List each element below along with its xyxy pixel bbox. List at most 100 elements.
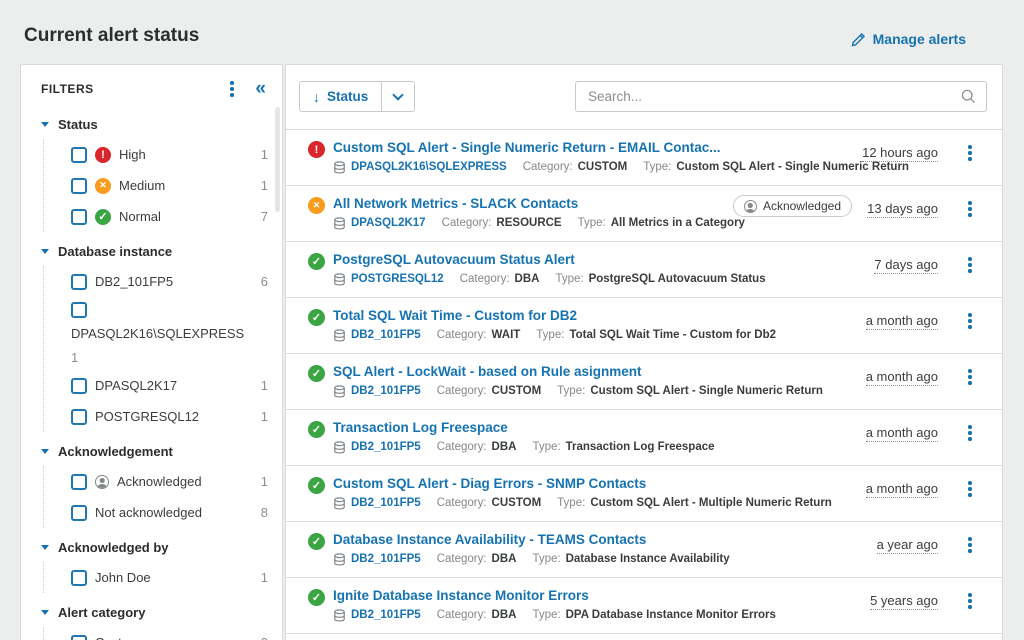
filter-item[interactable]: POSTGRESQL12 1 [71, 401, 268, 432]
acknowledged-badge: Acknowledged [733, 195, 852, 217]
alert-time[interactable]: a month ago [866, 425, 938, 442]
filter-checkbox[interactable] [71, 147, 87, 163]
filter-checkbox[interactable] [71, 505, 87, 521]
filter-checkbox[interactable] [71, 409, 87, 425]
alert-title-link[interactable]: Total SQL Wait Time - Custom for DB2 [333, 307, 792, 324]
category-label: Category: [523, 160, 573, 174]
filter-checkbox[interactable] [71, 209, 87, 225]
row-kebab-menu-icon[interactable] [968, 480, 972, 497]
alert-row-body: All Network Metrics - SLACK Contacts DPA… [333, 195, 761, 230]
alert-time[interactable]: 12 hours ago [862, 145, 938, 162]
filter-section-header[interactable]: Alert category [41, 597, 282, 627]
filter-section-header[interactable]: Database instance [41, 236, 282, 266]
filter-checkbox[interactable] [71, 570, 87, 586]
row-kebab-menu-icon[interactable] [968, 592, 972, 609]
row-kebab-menu-icon[interactable] [968, 424, 972, 441]
filter-item[interactable]: High 1 [71, 139, 268, 170]
instance-link[interactable]: DB2_101FP5 [351, 552, 421, 566]
filter-section-header[interactable]: Acknowledged by [41, 532, 282, 562]
alert-time[interactable]: a month ago [866, 369, 938, 386]
alert-title-link[interactable]: SQL Alert - LockWait - based on Rule asi… [333, 363, 833, 380]
alert-time[interactable]: 7 days ago [874, 257, 938, 274]
alert-row-subtitle: DB2_101FP5 Category: DBA Type: Transacti… [333, 440, 731, 454]
instance-link[interactable]: DB2_101FP5 [351, 608, 421, 622]
alert-row-body: Custom SQL Alert - Diag Errors - SNMP Co… [333, 475, 848, 510]
alert-title-link[interactable]: Transaction Log Freespace [333, 419, 731, 436]
status-icon [308, 253, 325, 270]
type-value: Custom SQL Alert - Single Numeric Return [676, 160, 909, 174]
filter-item-label: Not acknowledged [95, 505, 202, 521]
filter-item[interactable]: Custom 3 [71, 627, 268, 640]
filter-checkbox[interactable] [71, 302, 87, 318]
instance-link[interactable]: DB2_101FP5 [351, 328, 421, 342]
chevron-down-icon [41, 610, 49, 615]
filter-item[interactable]: DPASQL2K16\SQLEXPRESS 1 [71, 297, 268, 370]
filter-checkbox[interactable] [71, 378, 87, 394]
filter-section-title: Acknowledgement [58, 444, 173, 459]
instance-link[interactable]: DB2_101FP5 [351, 496, 421, 510]
sort-status-button[interactable]: Status [300, 82, 381, 111]
filter-checkbox[interactable] [71, 635, 87, 640]
alert-title-link[interactable]: Database Instance Availability - TEAMS C… [333, 531, 746, 548]
instance-link[interactable]: DPASQL2K16\SQLEXPRESS [351, 160, 507, 174]
filter-item[interactable]: John Doe 1 [71, 562, 268, 593]
alert-time[interactable]: a month ago [866, 313, 938, 330]
filter-item-icon [95, 209, 111, 225]
filter-section-title: Status [58, 117, 98, 132]
instance-link[interactable]: POSTGRESQL12 [351, 272, 444, 286]
search-input[interactable] [575, 81, 987, 112]
category-label: Category: [442, 216, 492, 230]
filter-item[interactable]: Acknowledged 1 [71, 466, 268, 497]
manage-alerts-button[interactable]: Manage alerts [851, 31, 966, 47]
alert-title-link[interactable]: All Network Metrics - SLACK Contacts [333, 195, 761, 212]
filter-section: Acknowledgement Acknowledged 1 Not ackno… [21, 436, 282, 528]
category-label: Category: [437, 496, 487, 510]
row-kebab-menu-icon[interactable] [968, 256, 972, 273]
instance-link[interactable]: DB2_101FP5 [351, 384, 421, 398]
filter-item[interactable]: Not acknowledged 8 [71, 497, 268, 528]
filter-checkbox[interactable] [71, 274, 87, 290]
filters-kebab-menu-icon[interactable] [230, 80, 234, 97]
category-label: Category: [437, 328, 487, 342]
alert-title-link[interactable]: Custom SQL Alert - Single Numeric Return… [333, 139, 833, 156]
row-kebab-menu-icon[interactable] [968, 368, 972, 385]
alert-row-body: Custom SQL Alert - Single Numeric Return… [333, 139, 925, 174]
filter-checkbox[interactable] [71, 474, 87, 490]
filter-item[interactable]: DPASQL2K17 1 [71, 370, 268, 401]
alert-time[interactable]: 5 years ago [870, 593, 938, 610]
collapse-panel-icon[interactable]: « [255, 83, 266, 95]
type-label: Type: [578, 216, 606, 230]
type-value: Total SQL Wait Time - Custom for Db2 [569, 328, 776, 342]
filter-section-header[interactable]: Status [41, 109, 282, 139]
row-kebab-menu-icon[interactable] [968, 312, 972, 329]
filter-item-count: 7 [261, 209, 268, 224]
alert-time[interactable]: 13 days ago [867, 201, 938, 218]
alert-title-link[interactable]: Custom SQL Alert - Diag Errors - SNMP Co… [333, 475, 833, 492]
filter-item[interactable]: Normal 7 [71, 201, 268, 232]
sort-dropdown-button[interactable] [381, 82, 414, 111]
filter-item-count: 1 [261, 570, 268, 585]
alert-title-link[interactable]: PostgreSQL Autovacuum Status Alert [333, 251, 782, 268]
filter-items: Acknowledged 1 Not acknowledged 8 [43, 466, 268, 528]
person-icon [744, 200, 757, 213]
instance-link[interactable]: DPASQL2K17 [351, 216, 426, 230]
filter-section: Alert category Custom 3 [21, 597, 282, 640]
alert-time[interactable]: a year ago [877, 537, 938, 554]
sidebar-scrollbar[interactable] [275, 107, 280, 212]
row-kebab-menu-icon[interactable] [968, 536, 972, 553]
instance-link[interactable]: DB2_101FP5 [351, 440, 421, 454]
row-kebab-menu-icon[interactable] [968, 144, 972, 161]
manage-alerts-label: Manage alerts [873, 31, 966, 47]
row-kebab-menu-icon[interactable] [968, 200, 972, 217]
alert-row: Ignite Database Instance Monitor Errors … [286, 578, 1002, 634]
alert-title-link[interactable]: Ignite Database Instance Monitor Errors [333, 587, 792, 604]
pencil-icon [851, 32, 866, 47]
status-icon [308, 309, 325, 326]
filter-item[interactable]: Medium 1 [71, 170, 268, 201]
type-value: Custom SQL Alert - Single Numeric Return [590, 384, 823, 398]
search-box [575, 81, 987, 112]
filter-item[interactable]: DB2_101FP5 6 [71, 266, 268, 297]
alert-time[interactable]: a month ago [866, 481, 938, 498]
filter-section-header[interactable]: Acknowledgement [41, 436, 282, 466]
filter-checkbox[interactable] [71, 178, 87, 194]
